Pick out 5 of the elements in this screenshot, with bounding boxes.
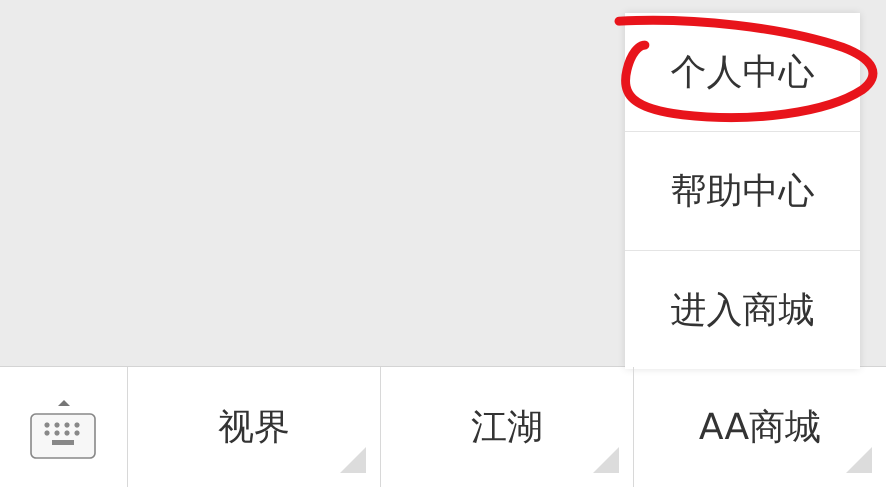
menu-button[interactable]: 视界 — [128, 367, 381, 487]
menu-button[interactable]: AA商城 — [634, 367, 886, 487]
menu-item[interactable]: 帮助中心 — [625, 131, 860, 250]
menu-button[interactable]: 江湖 — [381, 367, 634, 487]
menu-item[interactable]: 个人中心 — [625, 13, 860, 131]
